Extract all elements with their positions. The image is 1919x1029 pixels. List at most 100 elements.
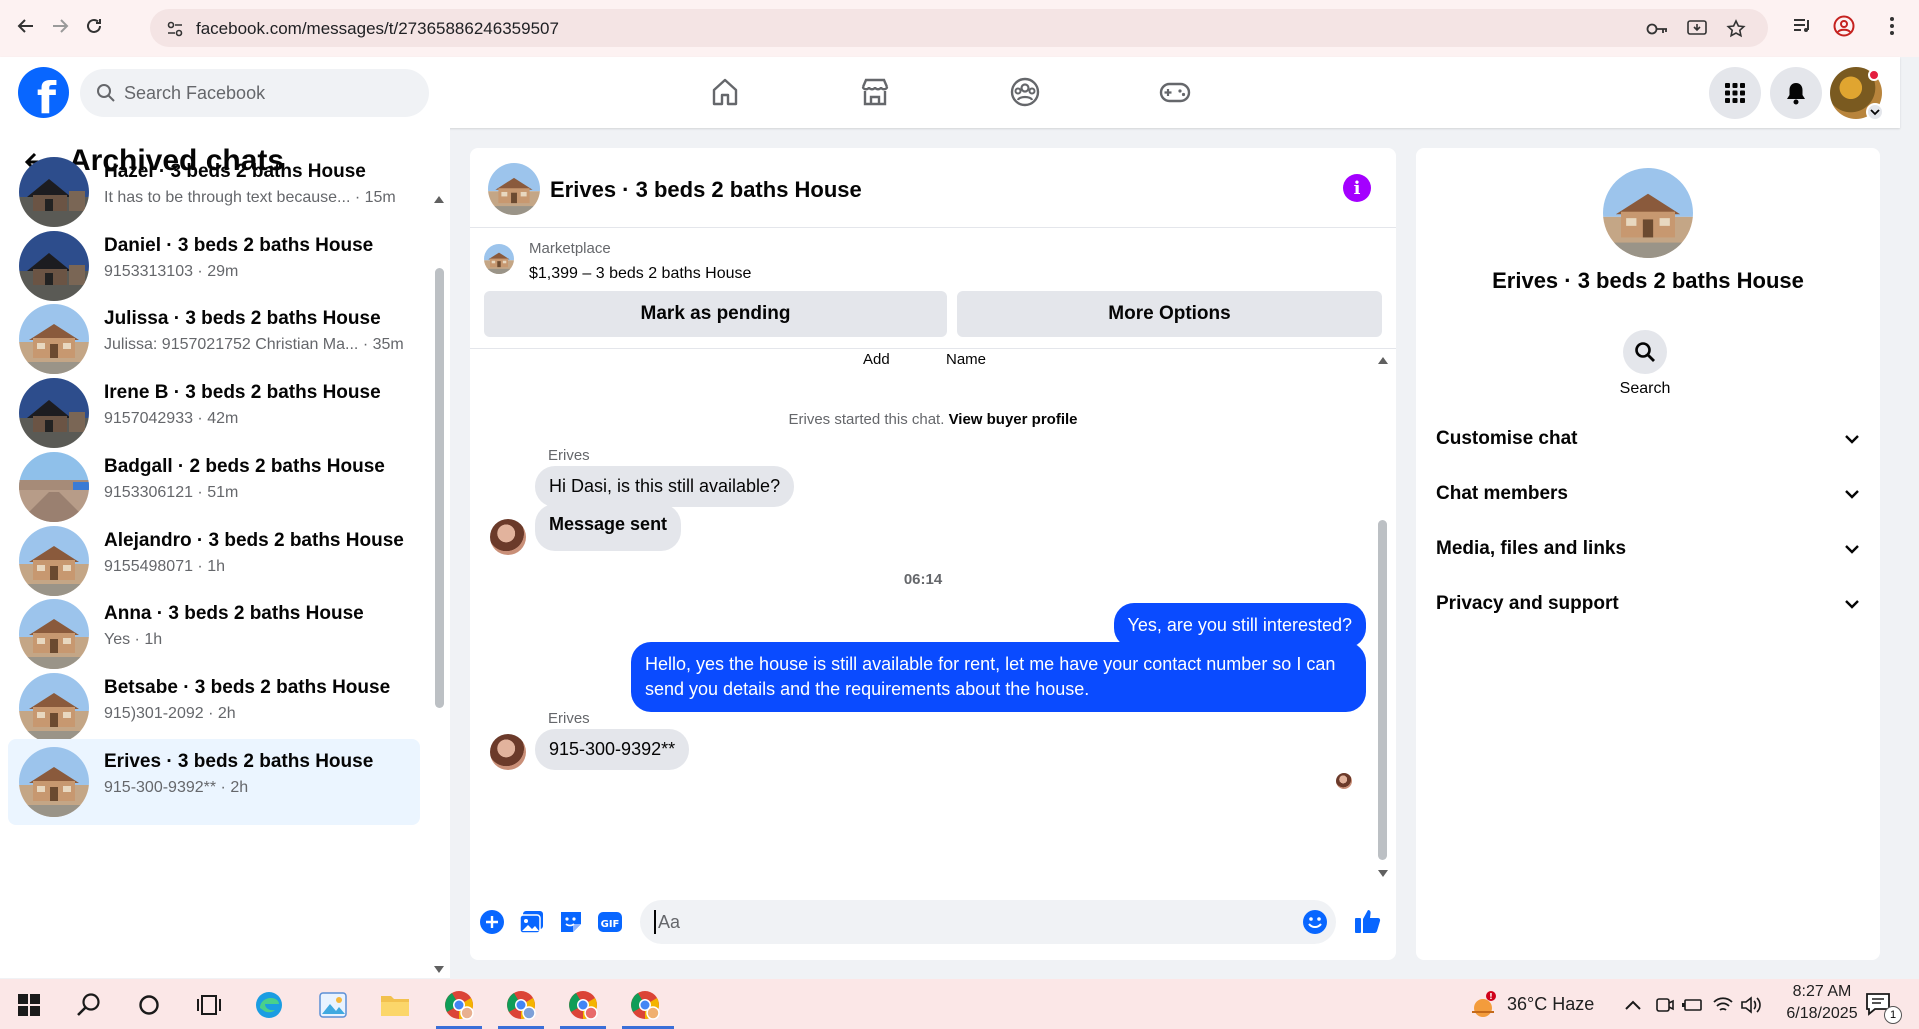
incoming-message[interactable]: Hi Dasi, is this still available? [535,466,795,507]
scroll-down-icon[interactable] [434,966,444,973]
chevron-down-icon[interactable] [1866,103,1884,121]
scroll-down-icon[interactable] [1378,870,1388,877]
info-icon[interactable]: i [1343,174,1371,202]
forward-icon[interactable] [48,14,72,38]
reload-icon[interactable] [82,14,106,38]
facebook-header: f Search Facebook [0,57,1900,128]
search-label: Search [1619,380,1671,397]
install-app-icon[interactable] [1686,18,1708,40]
message-input[interactable]: Aa [640,900,1336,944]
chrome-icon[interactable] [628,988,662,1022]
groups-icon[interactable] [1008,75,1042,109]
back-icon[interactable] [14,14,38,38]
message-input-placeholder: Aa [658,912,681,932]
notifications-bell-icon[interactable] [1770,67,1822,119]
chat-name: Irene B · 3 beds 2 baths House [104,382,381,404]
mark-as-pending-button[interactable]: Mark as pending [484,291,947,337]
conversation-info-panel: Erives · 3 beds 2 baths House Search Cus… [1416,148,1880,960]
name-label: Name [946,351,987,368]
gif-icon[interactable]: GIF [597,909,623,935]
browser-toolbar: facebook.com/messages/t/2736588624635950… [0,0,1919,57]
profile-icon[interactable] [1832,14,1856,38]
chat-list-scrollbar[interactable] [435,268,444,708]
chat-avatar [19,746,89,817]
sender-avatar[interactable] [490,519,526,555]
thread-scrollbar[interactable] [1378,520,1387,860]
chat-name: Hazel · 3 beds 2 baths House [104,161,366,182]
search-placeholder: Search Facebook [124,83,266,103]
chrome-icon[interactable] [504,988,538,1022]
sticker-icon[interactable] [558,909,584,935]
chat-preview: 9157042933 · 42m [104,410,239,428]
key-icon[interactable] [1646,18,1668,40]
listing-title[interactable]: $1,399 – 3 beds 2 baths House [529,265,751,283]
like-thumb-icon[interactable] [1353,906,1381,933]
gaming-icon[interactable] [1158,75,1192,109]
file-explorer-icon[interactable] [378,988,412,1022]
info-section-toggle[interactable]: Privacy and support [1436,585,1861,625]
chrome-icon[interactable] [566,988,600,1022]
volume-icon[interactable] [1734,988,1768,1022]
weather-icon[interactable]: ! [1466,988,1500,1022]
incoming-message[interactable]: Message sent [535,504,682,551]
home-icon[interactable] [708,75,742,109]
outgoing-message[interactable]: Hello, yes the house is still available … [631,642,1366,712]
chrome-icon[interactable] [442,988,476,1022]
sender-avatar[interactable] [490,734,526,770]
bookmark-star-icon[interactable] [1725,18,1747,40]
facebook-logo-icon[interactable]: f [18,67,69,118]
notification-center-icon[interactable]: 1 [1862,988,1902,1024]
info-section-toggle[interactable]: Customise chat [1436,420,1861,460]
reading-list-icon[interactable] [1790,14,1814,38]
cortana-icon[interactable] [132,988,166,1022]
chat-preview: 915)301-2092 · 2h [104,704,236,722]
chat-preview: 9153313103 · 29m [104,262,239,280]
emoji-icon[interactable] [1302,909,1328,940]
url-text[interactable]: facebook.com/messages/t/2736588624635950… [196,19,559,39]
text-cursor [654,910,656,934]
battery-icon[interactable] [1676,988,1710,1022]
info-section-label: Chat members [1436,483,1568,504]
scroll-up-icon[interactable] [1378,357,1388,364]
more-menu-icon[interactable] [1880,14,1904,38]
windows-taskbar: ! 36°C Haze 8:27 AM 6/18/2025 1 [0,979,1919,1029]
chat-list-item[interactable]: Erives · 3 beds 2 baths House 915-300-939… [8,738,420,825]
chevron-down-icon [1843,485,1861,503]
weather-text[interactable]: 36°C Haze [1507,994,1594,1015]
clock[interactable]: 8:27 AM 6/18/2025 [1772,983,1872,1023]
marketplace-icon[interactable] [858,75,892,109]
photos-app-icon[interactable] [316,988,350,1022]
view-buyer-profile-link[interactable]: View buyer profile [949,411,1078,428]
conversation-title[interactable]: Erives · 3 beds 2 baths House [550,177,862,203]
svg-text:!: ! [1489,992,1493,1001]
address-bar[interactable]: facebook.com/messages/t/2736588624635950… [150,9,1768,47]
message-composer: GIF Aa [470,886,1396,960]
search-icon [96,83,116,108]
info-section-toggle[interactable]: Media, files and links [1436,530,1861,570]
edge-browser-icon[interactable] [252,988,286,1022]
task-view-icon[interactable] [192,988,226,1022]
plus-icon[interactable] [479,909,505,935]
chat-name: Alejandro · 3 beds 2 baths House [104,529,404,551]
more-options-button[interactable]: More Options [957,291,1382,337]
photo-icon[interactable] [519,909,545,935]
site-settings-icon[interactable] [164,18,186,40]
menu-grid-icon[interactable] [1709,67,1761,119]
windows-start-icon[interactable] [12,988,46,1022]
chevron-up-icon[interactable] [1616,988,1650,1022]
chat-preview: 915-300-9392** · 2h [104,778,249,796]
chat-preview: Julissa: 9157021752 Christian Ma... · 35… [104,336,404,354]
incoming-message[interactable]: 915-300-9392** [535,729,690,770]
info-section-toggle[interactable]: Chat members [1436,475,1861,515]
info-section-label: Customise chat [1436,428,1578,449]
contact-avatar[interactable] [1603,168,1693,258]
search-icon[interactable] [72,988,106,1022]
scroll-up-icon[interactable] [434,196,444,203]
facebook-search[interactable]: Search Facebook [80,69,429,117]
account-avatar[interactable] [1830,67,1884,121]
conversation-avatar[interactable] [488,163,540,215]
chat-list-item[interactable]: Betsabe · 3 beds 2 baths House 915)301-20… [8,665,420,751]
search-in-conversation-button[interactable] [1623,330,1667,374]
chat-list-item[interactable]: Badgall · 2 beds 2 baths House 9153306121… [8,444,420,530]
chevron-down-icon [1843,430,1861,448]
